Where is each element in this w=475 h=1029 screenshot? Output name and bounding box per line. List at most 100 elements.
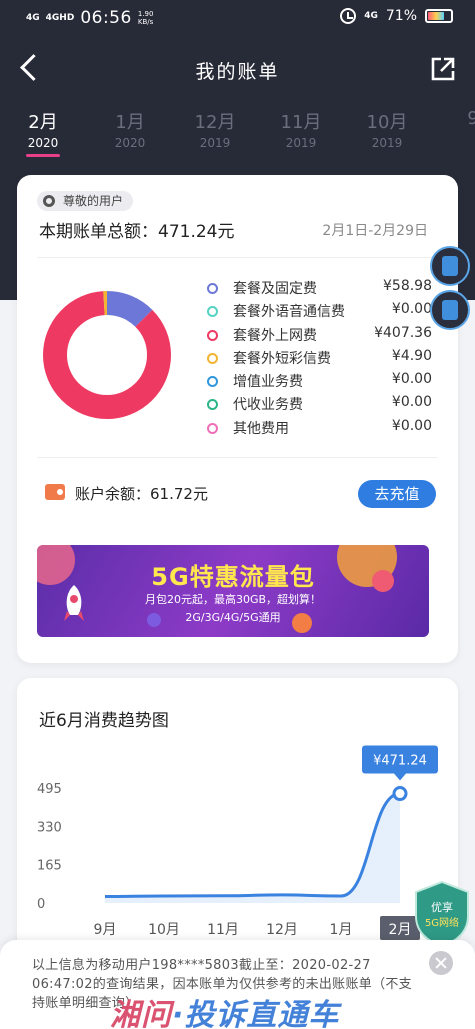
status-left: 4G 4GHD 06:56 1.90 KB/s <box>26 8 153 28</box>
banner-title: 5G特惠流量包 <box>151 563 315 591</box>
y-tick-label: 495 <box>37 782 62 797</box>
bill-total: 本期账单总额：471.24元 <box>39 222 235 242</box>
x-tick-label[interactable]: 10月 <box>148 922 180 938</box>
y-tick-label: 0 <box>37 897 45 912</box>
bill-card: 尊敬的用户 本期账单总额：471.24元 2月1日-2月29日 套餐及固定费 ¥5… <box>17 175 458 663</box>
page-title: 我的账单 <box>195 61 280 83</box>
tab-month-4[interactable]: 10月 2019 <box>352 108 422 150</box>
legend-label: 代收业务费 <box>233 397 303 414</box>
tab-year-label: 2019 <box>371 136 403 150</box>
query-notice: 以上信息为移动用户198****5803截止至：2020-02-27 06:47… <box>0 940 475 1029</box>
x-tick-label[interactable]: 2月 <box>389 922 412 938</box>
legend-label: 增值业务费 <box>233 374 303 391</box>
legend-value: ¥0.00 <box>391 301 432 318</box>
vip-icon <box>43 195 55 207</box>
tab-month-label: 1月 <box>115 112 145 133</box>
account-balance: 账户余额：61.72元 <box>75 485 208 503</box>
tab-month-label: 10月 <box>366 112 408 133</box>
x-tick-label[interactable]: 1月 <box>330 922 353 938</box>
tab-month-label: 12月 <box>194 112 236 133</box>
share-button[interactable] <box>429 55 457 83</box>
net-speed-value: 1.90 <box>137 10 154 18</box>
banner-subtitle: 月包20元起，最高30GB，超划算！ <box>144 593 322 606</box>
trend-title: 近6月消费趋势图 <box>39 711 169 731</box>
net-speed-unit: KB/s <box>137 18 154 26</box>
legend-row: 增值业务费 ¥0.00 <box>207 371 432 394</box>
battery-percent: 71% <box>385 8 417 24</box>
legend-dot <box>207 329 218 341</box>
service-icon <box>442 256 458 276</box>
watermark-part-b: ·投诉直通车 <box>172 998 340 1029</box>
bill-donut-chart <box>43 291 171 419</box>
legend-row: 其他费用 ¥0.00 <box>207 418 432 441</box>
tab-month-2[interactable]: 12月 2019 <box>180 108 250 150</box>
legend-dot <box>207 422 218 434</box>
legend-row: 套餐及固定费 ¥58.98 <box>207 278 432 301</box>
share-icon <box>431 57 455 81</box>
battery-icon <box>425 9 453 23</box>
tab-month-3[interactable]: 11月 2019 <box>266 108 336 150</box>
tab-month-label: 2月 <box>28 112 58 133</box>
net-speed: 1.90 KB/s <box>138 10 154 26</box>
highlight-point <box>392 786 408 802</box>
watermark-part-a: 湘问 <box>110 998 172 1029</box>
badge-line1: 优享 <box>431 900 453 914</box>
legend-label: 套餐外短彩信费 <box>233 350 331 367</box>
tab-year-label: 2019 <box>285 136 317 150</box>
tab-year-label: 2020 <box>114 136 146 150</box>
legend-value: ¥407.36 <box>374 324 432 341</box>
legend-row: 代收业务费 ¥0.00 <box>207 394 432 417</box>
x-tick-label[interactable]: 11月 <box>207 922 239 938</box>
watermark: 湘问·投诉直通车 <box>110 990 339 1029</box>
float-service-button[interactable] <box>430 246 470 286</box>
5g-shield-badge[interactable]: 优享 5G网络 <box>412 880 472 948</box>
promo-banner[interactable]: 5G特惠流量包 月包20元起，最高30GB，超划算！ 2G/3G/4G/5G通用 <box>37 545 429 637</box>
tab-month-1[interactable]: 1月 2020 <box>95 108 165 150</box>
x-tick-label[interactable]: 9月 <box>94 922 117 938</box>
legend-value: ¥4.90 <box>391 347 432 364</box>
legend-value: ¥0.00 <box>391 394 432 411</box>
legend-label: 套餐外语音通信费 <box>233 304 345 321</box>
divider <box>37 257 438 258</box>
network-indicator-hd: 4GHD <box>45 12 75 23</box>
divider <box>37 457 438 458</box>
tab-month-0[interactable]: 2月 2020 <box>8 108 78 157</box>
clock: 06:56 <box>80 8 132 28</box>
recharge-button[interactable]: 去充值 <box>358 480 436 508</box>
tab-month-label: 9 <box>467 108 475 129</box>
close-icon[interactable] <box>429 951 453 975</box>
badge-line2: 5G网络 <box>425 916 459 929</box>
nav-bar: 我的账单 <box>0 40 475 96</box>
signal-indicator: 4G <box>364 10 378 21</box>
service-icon <box>442 300 458 320</box>
legend-dot <box>207 306 218 318</box>
legend-value: ¥58.98 <box>383 278 432 294</box>
x-tick-label[interactable]: 12月 <box>266 922 298 938</box>
legend-label: 套餐外上网费 <box>233 327 317 344</box>
alarm-icon <box>340 8 357 24</box>
legend-value: ¥0.00 <box>391 417 432 434</box>
legend-dot <box>207 283 218 294</box>
bill-date-range: 2月1日-2月29日 <box>322 223 428 239</box>
month-tabs: 2月 2020 1月 2020 12月 2019 11月 2019 10月 2019 9 <box>0 108 475 164</box>
float-service-button[interactable] <box>430 290 470 330</box>
status-bar: 4G 4GHD 06:56 1.90 KB/s 4G 71% <box>0 0 475 36</box>
trend-line <box>104 792 401 898</box>
trend-chart: 495 330 165 0 ¥471.24 9月 10月 11月 12月 1月 2月 <box>37 745 438 940</box>
y-tick-label: 330 <box>37 820 62 835</box>
tab-month-5[interactable]: 9 <box>438 108 475 131</box>
status-right: 4G 71% <box>340 8 453 24</box>
legend-dot <box>207 399 218 411</box>
legend-label: 其他费用 <box>233 420 289 437</box>
vip-tag-label: 尊敬的用户 <box>63 194 124 208</box>
legend-row: 套餐外语音通信费 ¥0.00 <box>207 301 432 324</box>
tab-year-label: 2019 <box>199 136 231 150</box>
balance-row: 账户余额：61.72元 去充值 <box>39 480 439 508</box>
legend-dot <box>207 352 218 364</box>
highlight-callout: ¥471.24 <box>362 745 438 781</box>
legend-value: ¥0.00 <box>391 371 432 388</box>
y-tick-label: 165 <box>37 859 62 874</box>
legend-row: 套餐外短彩信费 ¥4.90 <box>207 348 432 371</box>
tab-year-label: 2020 <box>27 136 59 150</box>
bill-breakdown-legend: 套餐及固定费 ¥58.98 套餐外语音通信费 ¥0.00 套餐外上网费 ¥407.36 套餐… <box>207 278 432 441</box>
